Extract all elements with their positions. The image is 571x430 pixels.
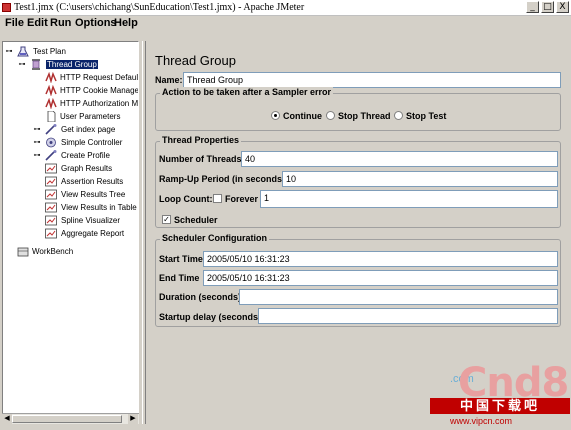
name-label: Name: [155, 75, 183, 85]
group-title: Thread Properties [160, 135, 242, 145]
forever-label: Forever [225, 194, 259, 204]
config-element-icon [45, 85, 57, 96]
document-icon [47, 111, 56, 122]
expand-handle-icon[interactable]: ⊶ [33, 138, 41, 146]
rampup-label: Ramp-Up Period (in seconds): [159, 174, 289, 184]
menu-file[interactable]: File [5, 17, 24, 29]
group-title: Scheduler Configuration [160, 233, 270, 243]
tree-node-assertion-results[interactable]: Assertion Results [3, 175, 138, 188]
watermark-logo: .com Cnd8 中国下载吧 www.vipcn.com [430, 360, 570, 428]
close-button[interactable]: X [556, 1, 569, 13]
startup-delay-field[interactable] [258, 308, 558, 324]
tree-horizontal-scrollbar[interactable]: ◀ ▶ [2, 413, 139, 424]
tree-node-http-cookie-manager[interactable]: HTTP Cookie Manager [3, 84, 138, 97]
app-icon [2, 3, 11, 12]
minimize-button[interactable]: _ [526, 1, 539, 13]
tree-node-user-parameters[interactable]: User Parameters [3, 110, 138, 123]
start-time-field[interactable]: 2005/05/10 16:31:23 [203, 251, 558, 267]
sampler-icon [45, 150, 57, 161]
tree-node-spline-visualizer[interactable]: Spline Visualizer [3, 214, 138, 227]
radio-selected-icon [271, 111, 280, 120]
start-time-label: Start Time [159, 254, 203, 264]
config-element-icon [45, 72, 57, 83]
scheduler-checkbox[interactable]: ✓ [162, 215, 171, 224]
expand-handle-icon[interactable]: ⊶ [33, 125, 41, 133]
test-plan-tree[interactable]: ⊶ Test Plan ⊶ Thread Group HTTP Request … [2, 41, 139, 424]
maximize-button[interactable]: □ [541, 1, 554, 13]
expand-handle-icon[interactable]: ⊶ [33, 151, 41, 159]
tree-node-view-results-tree[interactable]: View Results Tree [3, 188, 138, 201]
listener-icon [45, 215, 57, 226]
panel-title: Thread Group [155, 53, 236, 68]
tree-node-workbench[interactable]: WorkBench [3, 245, 138, 258]
tree-node-graph-results[interactable]: Graph Results [3, 162, 138, 175]
expand-handle-icon[interactable]: ⊶ [5, 47, 13, 55]
menu-options[interactable]: Options [75, 17, 117, 29]
tree-node-thread-group[interactable]: ⊶ Thread Group [3, 58, 138, 71]
duration-label: Duration (seconds) [159, 292, 242, 302]
scheduler-label: Scheduler [174, 215, 218, 225]
expand-handle-icon[interactable]: ⊶ [18, 60, 26, 68]
number-of-threads-field[interactable]: 40 [241, 151, 558, 167]
sampler-error-action-group: Action to be taken after a Sampler error… [155, 87, 561, 131]
tree-node-http-authorization-manager[interactable]: HTTP Authorization Manager [3, 97, 138, 110]
menu-edit[interactable]: Edit [27, 17, 48, 29]
watermark-banner: 中国下载吧 [430, 398, 570, 414]
group-title: Action to be taken after a Sampler error [160, 87, 334, 97]
tree-node-http-request-defaults[interactable]: HTTP Request Defaults [3, 71, 138, 84]
flask-icon [17, 46, 29, 57]
end-time-field[interactable]: 2005/05/10 16:31:23 [203, 270, 558, 286]
sampler-icon [45, 124, 57, 135]
tree-node-test-plan[interactable]: ⊶ Test Plan [3, 45, 138, 58]
listener-icon [45, 189, 57, 200]
thread-properties-group: Thread Properties Number of Threads: 40 … [155, 135, 561, 228]
forever-checkbox[interactable] [213, 194, 222, 203]
end-time-label: End Time [159, 273, 200, 283]
listener-icon [45, 163, 57, 174]
watermark-url: www.vipcn.com [450, 416, 513, 426]
config-element-icon [45, 98, 57, 109]
scheduler-configuration-group: Scheduler Configuration Start Time 2005/… [155, 233, 561, 327]
menu-help[interactable]: Help [114, 17, 138, 29]
scroll-left-icon[interactable]: ◀ [2, 414, 12, 424]
radio-icon [326, 111, 335, 120]
tree-node-aggregate-report[interactable]: Aggregate Report [3, 227, 138, 240]
split-pane-divider[interactable] [142, 41, 146, 424]
controller-icon [46, 137, 56, 148]
menu-run[interactable]: Run [50, 17, 71, 29]
tree-node-simple-controller[interactable]: ⊶ Simple Controller [3, 136, 138, 149]
title-bar: Test1.jmx (C:\users\chichang\SunEducatio… [0, 0, 571, 16]
tree-node-get-index-page[interactable]: ⊶ Get index page [3, 123, 138, 136]
name-field[interactable]: Thread Group [183, 72, 561, 88]
radio-icon [394, 111, 403, 120]
scrollbar-thumb[interactable] [12, 415, 122, 423]
loop-count-field[interactable]: 1 [260, 190, 558, 208]
spool-icon [32, 59, 40, 70]
scroll-right-icon[interactable]: ▶ [128, 414, 138, 424]
listener-icon [45, 228, 57, 239]
tree-node-create-profile[interactable]: ⊶ Create Profile [3, 149, 138, 162]
menu-bar: File Edit Run Options Help [0, 16, 571, 31]
threads-label: Number of Threads: [159, 154, 245, 164]
duration-field[interactable] [239, 289, 558, 305]
listener-icon [45, 202, 57, 213]
loop-count-label: Loop Count: [159, 194, 213, 204]
startup-delay-label: Startup delay (seconds) [159, 312, 262, 322]
workbench-icon [17, 247, 29, 257]
window-title: Test1.jmx (C:\users\chichang\SunEducatio… [14, 2, 305, 13]
listener-icon [45, 176, 57, 187]
rampup-period-field[interactable]: 10 [282, 171, 558, 187]
tree-node-view-results-in-table[interactable]: View Results in Table [3, 201, 138, 214]
